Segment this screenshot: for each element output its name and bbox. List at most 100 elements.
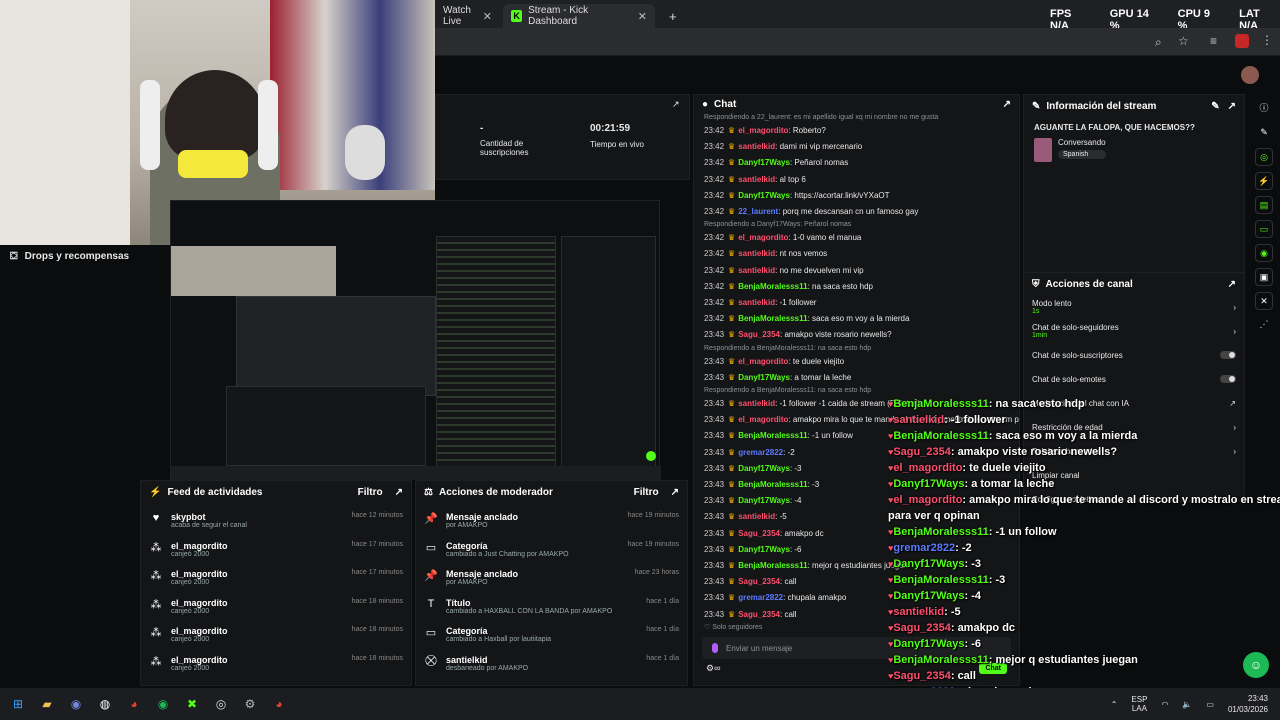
channel-action-item[interactable]: Palabras baneadas › [1024,439,1244,463]
feed-user[interactable]: el_magordito [171,541,344,551]
channel-action-item[interactable]: Modo lento 1s › [1024,295,1244,319]
chat-message[interactable]: 23:42 ♛ santielkid: dami mi vip mercenario [694,139,1019,155]
chat-username[interactable]: Sagu_2354 [738,577,780,586]
extension-icon[interactable] [1235,34,1249,48]
chat-message[interactable]: 23:43 ♛ Sagu_2354: amakpo dc [694,526,1019,542]
channel-action-item[interactable]: Chat de solo-emotes [1024,367,1244,391]
chat-message[interactable]: 23:43 ♛ Sagu_2354: call [694,607,1019,621]
pencil-icon[interactable]: ✎ [1255,124,1273,142]
battery-icon[interactable]: ▭ [1206,700,1214,709]
list-item[interactable]: ⁂ el_magordito canjeó 2000 hace 18 minutos [141,650,411,679]
chat-username[interactable]: Sagu_2354 [738,610,780,619]
chat-message[interactable]: 23:43 ♛ santielkid: -5 [694,509,1019,525]
channel-action-item[interactable]: Restricción de edad › [1024,415,1244,439]
chat-message[interactable]: 23:42 ♛ Danyf17Ways: https://acortar.link/… [694,188,1019,204]
toggle-switch[interactable] [1220,375,1236,383]
filter-button[interactable]: Filtro [358,487,383,498]
target-icon[interactable]: ◎ [1255,148,1273,166]
chat-username[interactable]: gremar2822 [738,448,783,457]
feed-user[interactable]: skypbot [171,512,344,522]
clipboard-icon[interactable]: ▤ [1255,196,1273,214]
list-item[interactable]: ⁂ el_magordito canjeó 2000 hace 17 minutos [141,564,411,593]
bookmark-star-icon[interactable]: ☆ [1178,34,1189,48]
close-icon[interactable]: ✕ [483,10,492,23]
list-item[interactable]: 📌 Mensaje anclado por AMAKPO hace 19 minuto… [416,507,687,536]
settings-icon[interactable]: ⚙ [239,693,261,715]
chat-username[interactable]: el_magordito [738,415,788,424]
category-name[interactable]: Conversando [1058,138,1106,147]
emote-icon[interactable]: ⚙∞ [706,663,720,674]
filter-button[interactable]: Filtro [634,487,659,498]
chat-username[interactable]: el_magordito [738,357,788,366]
chat-username[interactable]: santielkid [738,399,775,408]
popout-icon[interactable]: ↗ [672,99,680,110]
clock[interactable]: 23:43 01/03/2026 [1228,693,1268,715]
chat-username[interactable]: BenjaMoralesss11 [738,431,807,440]
list-item[interactable]: ⁂ el_magordito canjeó 2000 hace 18 minutos [141,621,411,650]
chat-message[interactable]: 23:43 ♛ Sagu_2354: amakpo viste rosario ne… [694,327,1019,343]
stream-preview[interactable] [170,200,661,480]
list-item[interactable]: T Título cambiado a HAXBALL CON LA BANDA p… [416,593,687,622]
chat-message[interactable]: 23:43 ♛ BenjaMoralesss11: -3 [694,477,1019,493]
tab-watch-live[interactable]: Watch Live ✕ [435,4,500,28]
chat-message[interactable]: 23:43 ♛ Danyf17Ways: -4 [694,493,1019,509]
list-item[interactable]: ⁂ el_magordito canjeó 2000 hace 17 minutos [141,536,411,565]
chat-input[interactable]: Enviar un mensaje [702,637,1011,659]
chat-username[interactable]: BenjaMoralesss11 [738,480,807,489]
chat-username[interactable]: BenjaMoralesss11 [738,314,807,323]
share-icon[interactable]: ⋰ [1255,316,1273,334]
chat-message[interactable]: 23:42 ♛ santielkid: -1 follower [694,295,1019,311]
chat-message[interactable]: 23:43 ♛ gremar2822: chupala amakpo [694,590,1019,606]
chat-username[interactable]: Danyf17Ways [738,191,790,200]
channel-action-item[interactable]: Limpiar canal [1024,463,1244,487]
spotify-icon[interactable]: ◉ [152,693,174,715]
chat-username[interactable]: santielkid [738,175,775,184]
chat-message[interactable]: 23:42 ♛ BenjaMoralesss11: saca eso m voy a… [694,311,1019,327]
chat-message[interactable]: 23:42 ♛ santielkid: no me devuelven mi vip [694,263,1019,279]
info-icon[interactable]: ⓘ [1255,100,1273,118]
chat-username[interactable]: 22_laurent [738,207,778,216]
channel-action-item[interactable]: Moderación del chat con IA ↗ [1024,391,1244,415]
chat-message[interactable]: 23:42 ♛ Danyf17Ways: Peñarol nomas [694,155,1019,171]
tab-kick-dashboard[interactable]: K Stream - Kick Dashboard ✕ [503,4,655,28]
list-item[interactable]: ⛒ santielkid desbaneado por AMAKPO hace 1 d… [416,650,687,679]
chat-message[interactable]: 23:43 ♛ BenjaMoralesss11: mejor q estudian… [694,558,1019,574]
chat-username[interactable]: Danyf17Ways [738,545,790,554]
chat-username[interactable]: el_magordito [738,126,788,135]
chat-username[interactable]: el_magordito [738,233,788,242]
chat-message[interactable]: 23:43 ♛ Danyf17Ways: -6 [694,542,1019,558]
xbox-icon[interactable]: ✖ [181,693,203,715]
list-item[interactable]: ⁂ el_magordito canjeó 2000 hace 18 minutos [141,593,411,622]
language-indicator[interactable]: ESP LAA [1131,695,1147,713]
layout-icon[interactable]: ▣ [1255,268,1273,286]
drops-link[interactable]: ⛋ Drops y recompensas [10,251,129,262]
toggle-switch[interactable] [1220,351,1236,359]
chat-message[interactable]: 23:43 ♛ Sagu_2354: call [694,574,1019,590]
chat-message[interactable]: 23:43 ♛ santielkid: -1 follower -1 caida d… [694,396,1019,412]
popout-icon[interactable]: ↗ [1228,101,1236,112]
send-button[interactable]: Chat [979,663,1007,674]
feed-user[interactable]: el_magordito [171,626,344,636]
chat-message[interactable]: 23:42 ♛ santielkid: nt nos vemos [694,246,1019,262]
chat-username[interactable]: santielkid [738,142,775,151]
chat-message[interactable]: 23:42 ♛ el_magordito: Roberto? [694,123,1019,139]
chat-message[interactable]: 23:43 ♛ Danyf17Ways: -3 [694,461,1019,477]
folder-icon[interactable]: ▰ [36,693,58,715]
chat-message[interactable]: 23:43 ♛ el_magordito: amakpo mira lo que t… [694,412,1019,428]
chat-username[interactable]: BenjaMoralesss11 [738,561,807,570]
popout-icon[interactable]: ↗ [395,487,403,498]
chat-message[interactable]: 23:42 ♛ santielkid: al top 6 [694,172,1019,188]
chat-username[interactable]: Sagu_2354 [738,330,780,339]
chrome-icon[interactable]: ◕ [268,693,290,715]
chat-username[interactable]: Danyf17Ways [738,158,790,167]
chat-username[interactable]: santielkid [738,298,775,307]
chat-username[interactable]: gremar2822 [738,593,783,602]
chat-username[interactable]: Danyf17Ways [738,373,790,382]
chat-message[interactable]: 23:43 ♛ gremar2822: -2 [694,445,1019,461]
chat-username[interactable]: santielkid [738,266,775,275]
list-item[interactable]: ▭ Categoría cambiado a Just Chatting por A… [416,536,687,565]
close-icon[interactable]: ✕ [638,10,647,23]
menu-icon[interactable]: ⋮ [1261,33,1273,47]
popout-icon[interactable]: ↗ [671,487,679,498]
zoom-icon[interactable]: ⌕ [1155,35,1162,50]
